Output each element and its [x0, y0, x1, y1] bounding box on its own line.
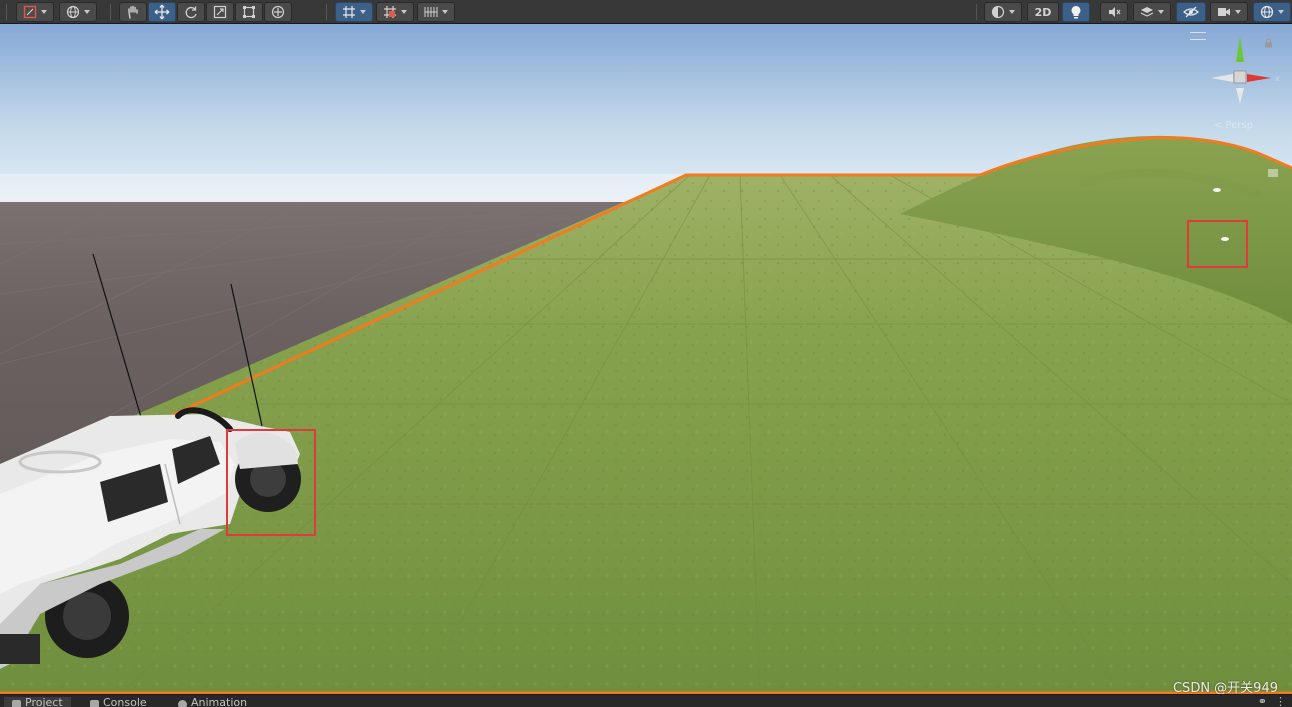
bottom-panel-tabs: Project Console Animation ⚭ ⋮ — [0, 694, 1292, 707]
rect-tool-icon — [243, 6, 255, 18]
draw-mode-dropdown[interactable] — [16, 2, 54, 22]
gizmos-icon — [1260, 5, 1274, 19]
overlay-menu-icon[interactable] — [1190, 32, 1206, 40]
gizmo-y-axis[interactable] — [1236, 36, 1244, 62]
small-object[interactable] — [1213, 188, 1221, 192]
transform-tool-icon — [271, 5, 285, 19]
folder-icon — [12, 700, 21, 707]
perspective-label[interactable]: < Persp — [1214, 120, 1253, 131]
camera-dropdown[interactable] — [1210, 2, 1248, 22]
increment-snap-icon — [384, 6, 396, 18]
tab-console[interactable]: Console — [90, 697, 147, 707]
shading-mode-icon — [991, 5, 1005, 19]
orientation-gizmo[interactable]: x — [1205, 34, 1285, 114]
gizmos-dropdown[interactable] — [1253, 2, 1291, 22]
tab-label: Project — [25, 696, 63, 707]
rotate-tool-icon — [185, 6, 197, 19]
audio-icon — [1109, 7, 1121, 17]
draw-mode-icon — [23, 5, 37, 19]
audio-toggle[interactable] — [1100, 2, 1128, 22]
move-tool-icon — [154, 4, 170, 20]
animation-icon — [178, 700, 187, 707]
effects-dropdown[interactable] — [1133, 2, 1171, 22]
pivot-global-dropdown[interactable] — [59, 2, 97, 22]
2d-mode-button[interactable]: 2D — [1027, 2, 1059, 22]
hand-tool-icon — [128, 5, 138, 19]
tab-label: Animation — [191, 696, 248, 707]
scene-visibility-toggle[interactable] — [1176, 2, 1206, 22]
effects-icon — [1140, 7, 1154, 17]
hand-tool-button[interactable] — [119, 2, 147, 22]
highlight-box-wheel — [226, 429, 316, 536]
rotate-tool-button[interactable] — [177, 2, 205, 22]
scene-view[interactable]: x < Persp CSDN @开关949 — [0, 24, 1292, 694]
rect-tool-button[interactable] — [235, 2, 263, 22]
console-icon — [90, 700, 99, 707]
highlight-box-object — [1187, 220, 1248, 268]
2d-mode-label: 2D — [1034, 5, 1052, 19]
lighting-icon — [1071, 6, 1081, 19]
toolbar-handle[interactable] — [6, 4, 7, 20]
shading-mode-dropdown[interactable] — [984, 2, 1022, 22]
lock-icon[interactable]: ⚭ — [1258, 695, 1267, 707]
scale-tool-button[interactable] — [206, 2, 234, 22]
tab-animation[interactable]: Animation — [178, 697, 247, 707]
transform-tool-button[interactable] — [264, 2, 292, 22]
tab-project[interactable]: Project — [4, 697, 71, 707]
watermark: CSDN @开关949 — [1172, 681, 1278, 694]
gizmo-x-axis[interactable] — [1247, 74, 1271, 82]
gizmo-x-label: x — [1275, 74, 1280, 83]
grid-visibility-dropdown[interactable] — [417, 2, 455, 22]
tab-label: Console — [103, 696, 147, 707]
lighting-toggle[interactable] — [1062, 2, 1090, 22]
scene-visibility-icon — [1183, 6, 1199, 18]
scene-toolbar: 2D — [0, 0, 1292, 24]
scene-render — [0, 24, 1292, 694]
grid-snap-icon — [343, 6, 355, 18]
scale-tool-icon — [213, 5, 227, 19]
move-tool-button[interactable] — [148, 2, 176, 22]
more-options-icon[interactable]: ⋮ — [1275, 695, 1286, 707]
grid-snap-dropdown[interactable] — [335, 2, 373, 22]
camera-icon — [1218, 8, 1230, 16]
grid-visibility-icon — [424, 7, 438, 17]
global-pivot-icon — [66, 5, 80, 19]
increment-snap-dropdown[interactable] — [376, 2, 414, 22]
